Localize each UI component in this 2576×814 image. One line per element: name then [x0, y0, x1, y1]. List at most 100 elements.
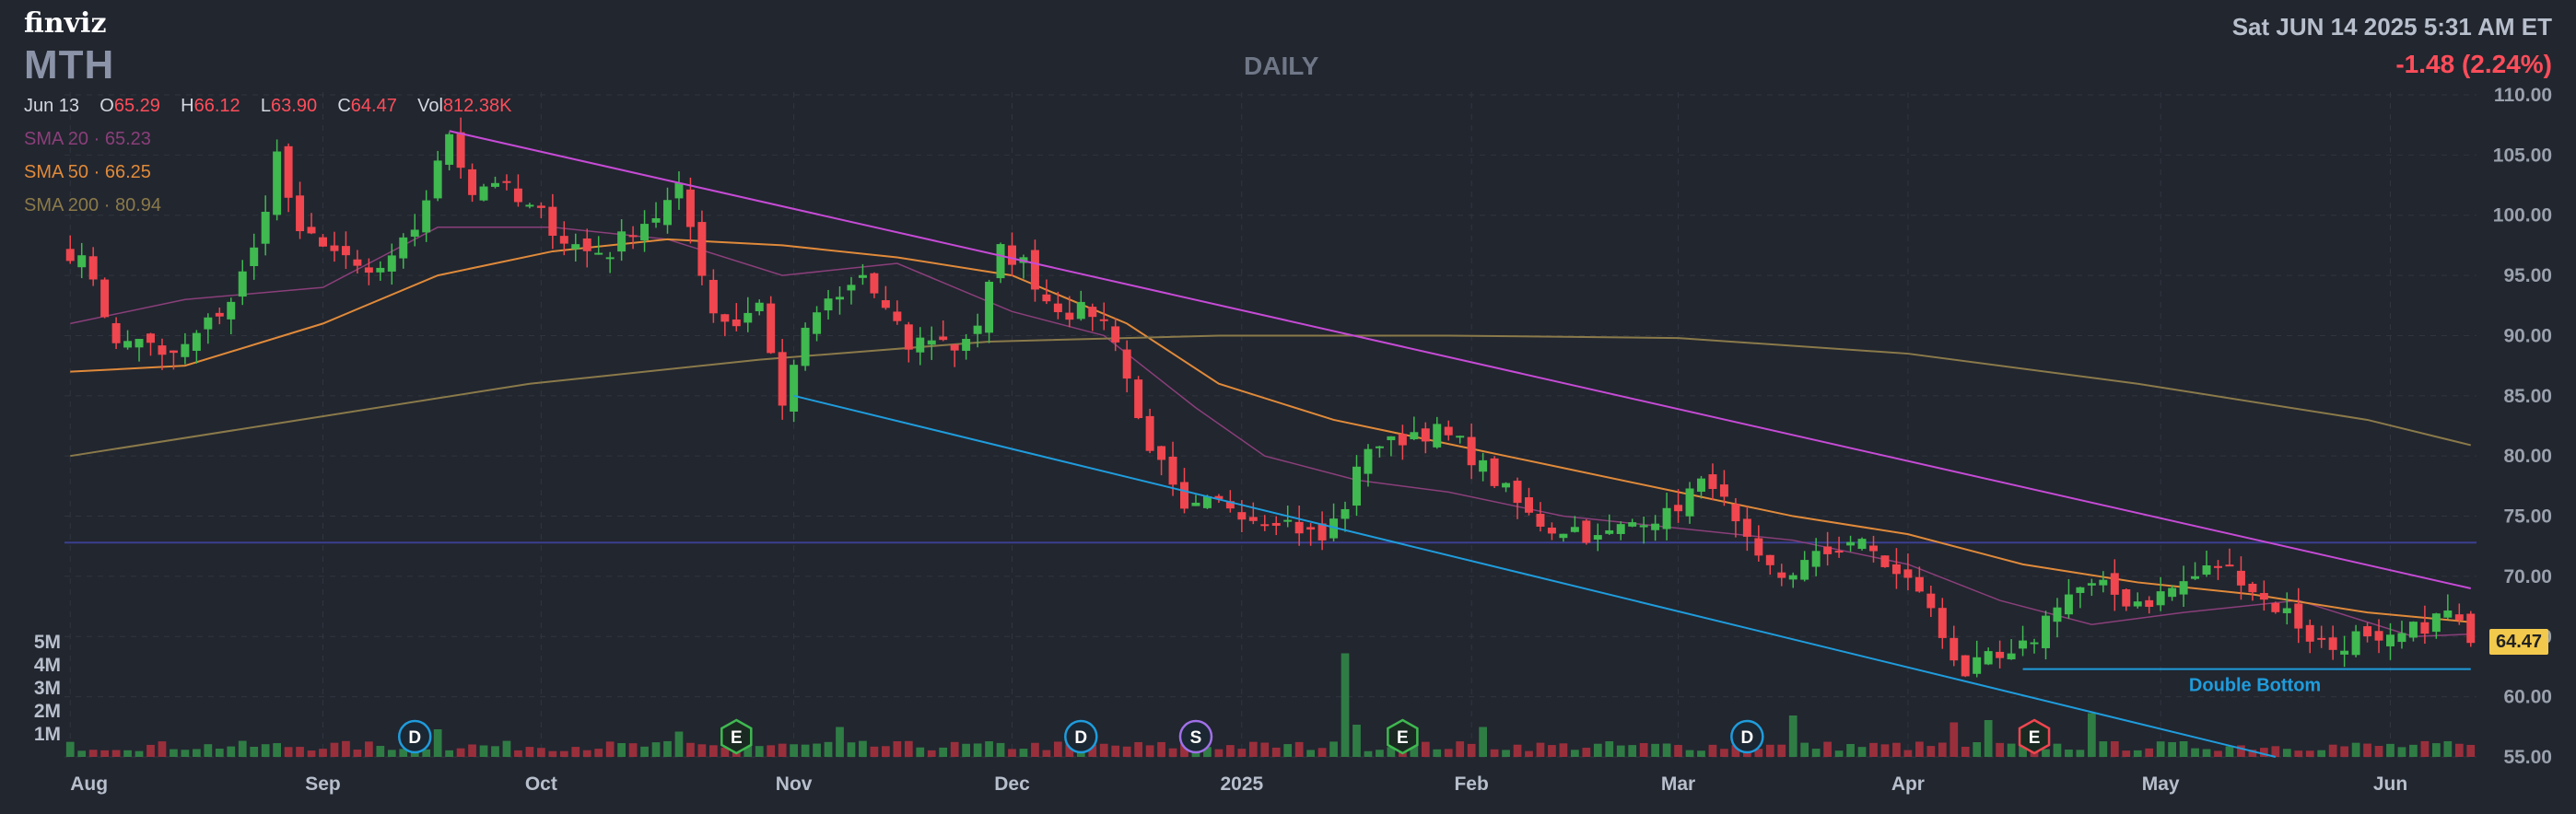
candle-body	[399, 237, 408, 259]
volume-bar	[755, 746, 764, 757]
candle-body	[2145, 599, 2154, 608]
volume-bar	[2168, 741, 2176, 757]
candle-body	[111, 322, 121, 343]
volume-bar	[1226, 745, 1235, 757]
price-tick-label: 110.00	[2494, 85, 2552, 106]
candle-body	[341, 246, 350, 256]
volume-bar	[1697, 750, 1705, 757]
volume-bar	[1950, 722, 1959, 757]
candle-body	[2248, 583, 2257, 593]
candle-body	[1111, 326, 1120, 343]
volume-bar	[1720, 749, 1728, 757]
event-marker-E: E	[2018, 718, 2051, 755]
candle-body	[1502, 483, 1511, 488]
candle-body	[284, 145, 293, 198]
candle-body	[663, 200, 672, 226]
date-tick-label: Aug	[70, 773, 108, 795]
volume-bar	[1376, 750, 1384, 757]
volume-bar	[1479, 727, 1487, 757]
annotations: Double Bottom	[2189, 676, 2321, 696]
candle-body	[479, 186, 488, 201]
candle-body	[422, 200, 431, 233]
candle-body	[824, 298, 833, 311]
volume-bar	[962, 743, 970, 757]
candle-body	[651, 217, 661, 223]
volume-bar	[1674, 745, 1682, 757]
volume-bar	[181, 750, 190, 757]
volume-bar	[433, 729, 442, 757]
volume-bar	[525, 747, 534, 757]
volume-bar	[2214, 750, 2222, 757]
candle-body	[1294, 521, 1304, 534]
volume-bar	[1811, 749, 1821, 757]
volume-bar	[2340, 746, 2348, 757]
candle-body	[2236, 570, 2245, 586]
candle-body	[1536, 514, 1545, 527]
candle-body	[927, 340, 936, 345]
volume-bar	[767, 745, 776, 757]
volume-bar	[514, 750, 522, 757]
volume-tick-label: 2M	[34, 701, 61, 722]
candle-body	[410, 229, 419, 238]
candle-body	[330, 245, 339, 251]
volume-bar	[939, 747, 948, 757]
candle-body	[2133, 601, 2142, 607]
candle-body	[100, 279, 110, 318]
date-tick-label: Mar	[1661, 773, 1695, 795]
volume-bar	[1260, 742, 1270, 757]
date-tick-label: Sep	[305, 773, 341, 795]
candle-body	[582, 238, 591, 251]
candle-body	[1582, 520, 1591, 543]
volume-bar	[135, 750, 144, 757]
volume-bar	[491, 746, 499, 757]
volume-bar	[2145, 748, 2154, 757]
event-marker-E: E	[720, 718, 753, 755]
candle-body	[445, 134, 454, 165]
price-axis: 110.00 105.00 100.00 95.00 90.00 85.00 80.00 75…	[2493, 85, 2552, 768]
volume-bar	[904, 740, 913, 757]
candle-body	[1938, 608, 1947, 638]
candle-body	[904, 324, 913, 350]
candle-body	[2305, 624, 2314, 642]
volume-bar	[1248, 741, 1258, 757]
volume-bar	[1283, 744, 1293, 757]
volume-bar	[296, 747, 304, 757]
volume-bar	[2454, 743, 2464, 757]
event-marker-E: E	[1387, 718, 1419, 755]
candle-body	[227, 301, 236, 320]
candle-body	[1788, 575, 1797, 580]
candle-body	[836, 297, 844, 300]
volume-bar	[1651, 743, 1659, 757]
volume-bar	[2156, 741, 2165, 757]
volume-bar	[1237, 749, 1247, 757]
date-axis: Aug Sep Oct Nov Dec 2025 Feb Mar Apr May Jun	[70, 773, 2407, 795]
volume-bar	[870, 746, 879, 757]
candle-body	[2340, 650, 2349, 655]
price-tick-label: 80.00	[2503, 446, 2552, 467]
candle-body	[755, 302, 764, 311]
candle-body	[2007, 653, 2016, 660]
candle-body	[1697, 478, 1705, 492]
candle-body	[2156, 591, 2165, 606]
candle-body	[881, 299, 890, 308]
price-chart[interactable]: 110.00 105.00 100.00 95.00 90.00 85.00 80.00 75…	[0, 0, 2576, 814]
volume-bar	[1490, 749, 1499, 757]
volume-bar	[123, 750, 132, 757]
volume-bar	[204, 744, 213, 757]
candle-body	[1479, 459, 1488, 472]
volume-bar	[1938, 742, 1947, 757]
candle-body	[2064, 594, 2073, 615]
volume-bar	[2351, 742, 2360, 757]
volume-bar	[100, 750, 109, 757]
candle-body	[1570, 527, 1579, 532]
candle-body	[1008, 245, 1016, 265]
volume-bar	[663, 740, 672, 757]
volume-bar	[1364, 750, 1373, 757]
price-tick-label: 60.00	[2503, 687, 2552, 708]
volume-bar	[2432, 743, 2441, 757]
candle-body	[1961, 655, 1970, 677]
candle-body	[88, 256, 98, 280]
candle-body	[1834, 551, 1844, 553]
candle-body	[433, 160, 442, 199]
volume-bar	[2386, 743, 2395, 757]
